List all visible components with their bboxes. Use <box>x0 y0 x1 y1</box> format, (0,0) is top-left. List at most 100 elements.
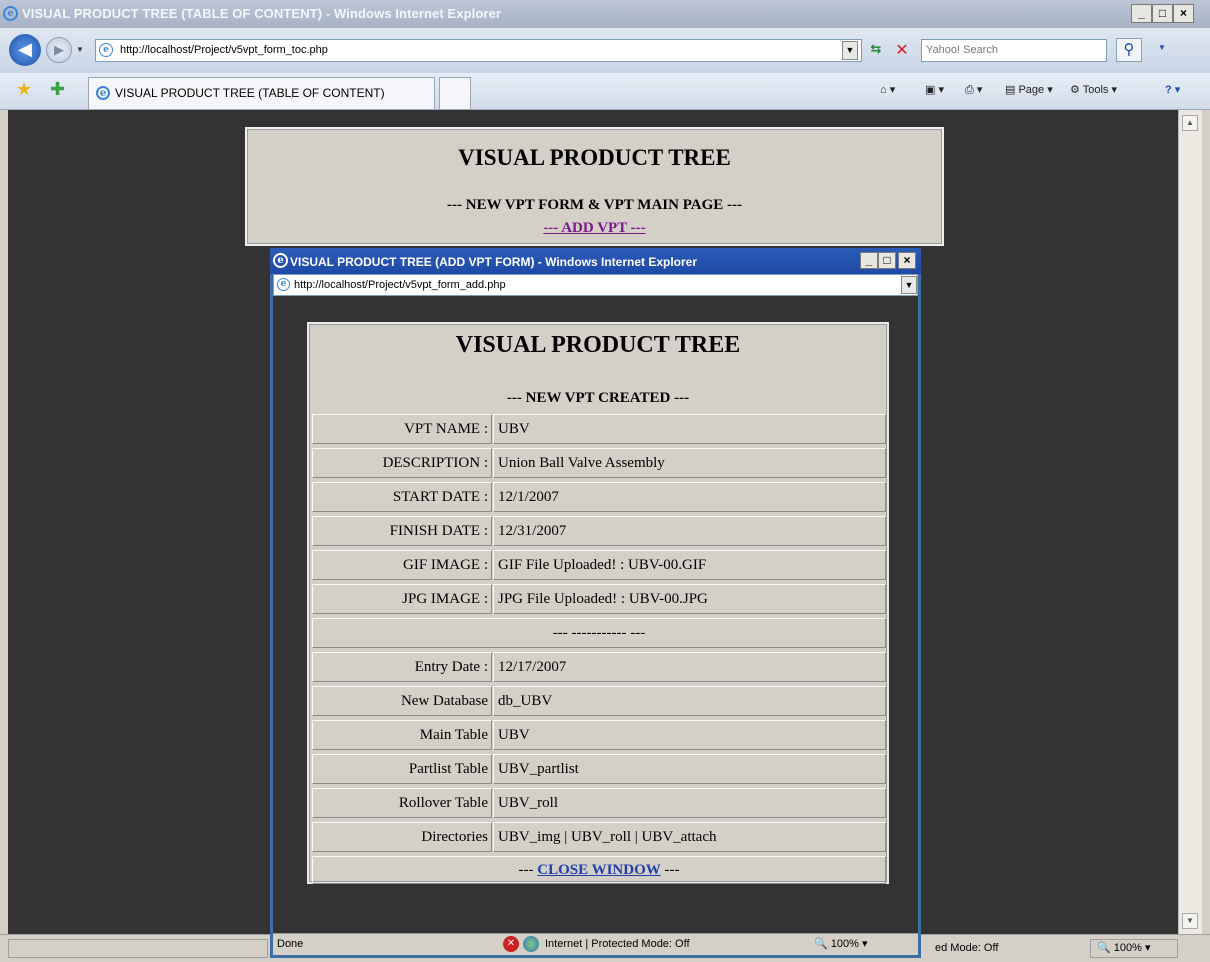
popup-status-bar: Done ✕ Internet | Protected Mode: Off 🔍 … <box>273 933 918 955</box>
feeds-icon[interactable]: ▣ ▾ <box>925 83 944 96</box>
separator-text: --- ----------- --- <box>312 618 886 648</box>
row-gif-image: GIF IMAGE : GIF File Uploaded! : UBV-00.… <box>312 550 886 580</box>
row-label: Main Table <box>312 720 492 750</box>
toc-title: VISUAL PRODUCT TREE <box>458 145 731 170</box>
vpt-created-panel: VISUAL PRODUCT TREE --- NEW VPT CREATED … <box>307 322 889 884</box>
blocked-icon: ✕ <box>503 936 519 952</box>
row-label: START DATE : <box>312 482 492 512</box>
address-toolbar: ◀ ▶ ▼ http://localhost/Project/v5vpt_for… <box>0 28 1210 73</box>
row-description: DESCRIPTION : Union Ball Valve Assembly <box>312 448 886 478</box>
outer-title-bar: VISUAL PRODUCT TREE (TABLE OF CONTENT) -… <box>0 0 1210 28</box>
status-text-panel <box>8 939 268 958</box>
row-label: JPG IMAGE : <box>312 584 492 614</box>
close-window-link[interactable]: CLOSE WINDOW <box>537 862 661 878</box>
row-value: JPG File Uploaded! : UBV-00.JPG <box>493 584 886 614</box>
close-prefix: --- <box>518 862 538 878</box>
search-icon[interactable]: ⚲ <box>1116 38 1142 62</box>
close-cell: --- CLOSE WINDOW --- <box>312 856 886 884</box>
row-value: 12/1/2007 <box>493 482 886 512</box>
new-tab-button[interactable] <box>439 77 471 109</box>
close-row: --- CLOSE WINDOW --- <box>312 856 886 884</box>
row-main-table: Main Table UBV <box>312 720 886 750</box>
row-label: Rollover Table <box>312 788 492 818</box>
tab-active[interactable]: VISUAL PRODUCT TREE (TABLE OF CONTENT) <box>88 77 435 109</box>
popup-maximize-button[interactable]: □ <box>878 252 896 269</box>
home-icon[interactable]: ⌂ ▾ <box>880 83 895 96</box>
row-label: FINISH DATE : <box>312 516 492 546</box>
page-menu[interactable]: ▤ Page ▾ <box>1005 83 1053 96</box>
back-button[interactable]: ◀ <box>9 34 41 66</box>
ie-logo-icon <box>3 6 18 21</box>
row-label: New Database <box>312 686 492 716</box>
address-bar[interactable]: http://localhost/Project/v5vpt_form_toc.… <box>95 39 862 62</box>
search-input[interactable]: Yahoo! Search <box>921 39 1107 62</box>
toc-subtitle: --- NEW VPT FORM & VPT MAIN PAGE --- <box>447 197 742 213</box>
popup-address-bar[interactable]: http://localhost/Project/v5vpt_form_add.… <box>273 274 918 296</box>
row-jpg-image: JPG IMAGE : JPG File Uploaded! : UBV-00.… <box>312 584 886 614</box>
row-label: GIF IMAGE : <box>312 550 492 580</box>
address-dropdown-icon[interactable]: ▼ <box>842 41 858 60</box>
scroll-down-icon[interactable]: ▼ <box>1182 913 1198 929</box>
row-label: DESCRIPTION : <box>312 448 492 478</box>
help-icon[interactable]: ? ▾ <box>1165 83 1180 96</box>
popup-close-button[interactable]: × <box>898 252 916 269</box>
favorites-star-icon[interactable]: ★ <box>16 79 32 100</box>
globe-icon <box>523 936 539 952</box>
print-icon[interactable]: ⎙ ▾ <box>965 83 982 97</box>
popup-window-title: VISUAL PRODUCT TREE (ADD VPT FORM) - Win… <box>290 255 698 269</box>
add-favorites-icon[interactable]: ✚ <box>50 79 65 100</box>
toc-header-panel: VISUAL PRODUCT TREE --- NEW VPT FORM & V… <box>245 127 944 246</box>
tab-page-icon <box>96 86 110 100</box>
row-value: db_UBV <box>493 686 886 716</box>
stop-icon[interactable]: ✕ <box>892 40 912 60</box>
popup-address-dropdown-icon[interactable]: ▼ <box>901 276 917 294</box>
add-vpt-link[interactable]: --- ADD VPT --- <box>247 220 942 237</box>
row-start-date: START DATE : 12/1/2007 <box>312 482 886 512</box>
search-placeholder: Yahoo! Search <box>926 44 998 56</box>
tab-bar: ★ ✚ VISUAL PRODUCT TREE (TABLE OF CONTEN… <box>0 73 1210 110</box>
row-value: UBV_img | UBV_roll | UBV_attach <box>493 822 886 852</box>
popup-status-text: Done <box>277 938 304 950</box>
row-rollover-table: Rollover Table UBV_roll <box>312 788 886 818</box>
row-vpt-name: VPT NAME : UBV <box>312 414 886 444</box>
popup-minimize-button[interactable]: _ <box>860 252 878 269</box>
zoom-value: 100% <box>1113 942 1142 954</box>
row-value: UBV_roll <box>493 788 886 818</box>
row-label: Directories <box>312 822 492 852</box>
popup-zoom-control[interactable]: 🔍 100% ▾ <box>814 934 867 954</box>
row-entry-date: Entry Date : 12/17/2007 <box>312 652 886 682</box>
separator-row: --- ----------- --- <box>312 618 886 648</box>
popup-window: VISUAL PRODUCT TREE (ADD VPT FORM) - Win… <box>270 248 921 958</box>
refresh-icon[interactable]: ⇆ <box>866 41 886 61</box>
zoom-control[interactable]: 🔍 100% ▾ <box>1090 939 1178 958</box>
forward-button[interactable]: ▶ <box>46 37 72 63</box>
popup-page-icon <box>277 278 290 291</box>
search-options-icon[interactable]: ▼ <box>1158 43 1166 52</box>
row-value: 12/31/2007 <box>493 516 886 546</box>
row-value: UBV <box>493 720 886 750</box>
row-finish-date: FINISH DATE : 12/31/2007 <box>312 516 886 546</box>
row-partlist-table: Partlist Table UBV_partlist <box>312 754 886 784</box>
popup-zone-text: Internet | Protected Mode: Off <box>545 938 690 950</box>
row-directories: Directories UBV_img | UBV_roll | UBV_att… <box>312 822 886 852</box>
row-value: Union Ball Valve Assembly <box>493 448 886 478</box>
history-dropdown-icon[interactable]: ▼ <box>76 45 84 54</box>
popup-title-bar: VISUAL PRODUCT TREE (ADD VPT FORM) - Win… <box>270 248 921 274</box>
row-value: UBV <box>493 414 886 444</box>
row-label: VPT NAME : <box>312 414 492 444</box>
address-url: http://localhost/Project/v5vpt_form_toc.… <box>120 44 328 56</box>
popup-page-content: VISUAL PRODUCT TREE --- NEW VPT CREATED … <box>273 296 918 933</box>
status-mode: ed Mode: Off <box>935 942 999 954</box>
scroll-up-icon[interactable]: ▲ <box>1182 115 1198 131</box>
outer-scrollbar[interactable]: ▲ ▼ <box>1178 110 1202 934</box>
tools-menu[interactable]: ⚙ Tools ▾ <box>1070 83 1117 96</box>
row-value: UBV_partlist <box>493 754 886 784</box>
minimize-button[interactable]: _ <box>1131 4 1152 23</box>
form-subtitle: --- NEW VPT CREATED --- <box>506 390 690 406</box>
maximize-button[interactable]: □ <box>1152 4 1173 23</box>
close-button[interactable]: × <box>1173 4 1194 23</box>
close-suffix: --- <box>660 862 680 878</box>
popup-ie-icon <box>273 253 288 268</box>
popup-zoom-value: 100% <box>830 938 859 950</box>
row-new-database: New Database db_UBV <box>312 686 886 716</box>
